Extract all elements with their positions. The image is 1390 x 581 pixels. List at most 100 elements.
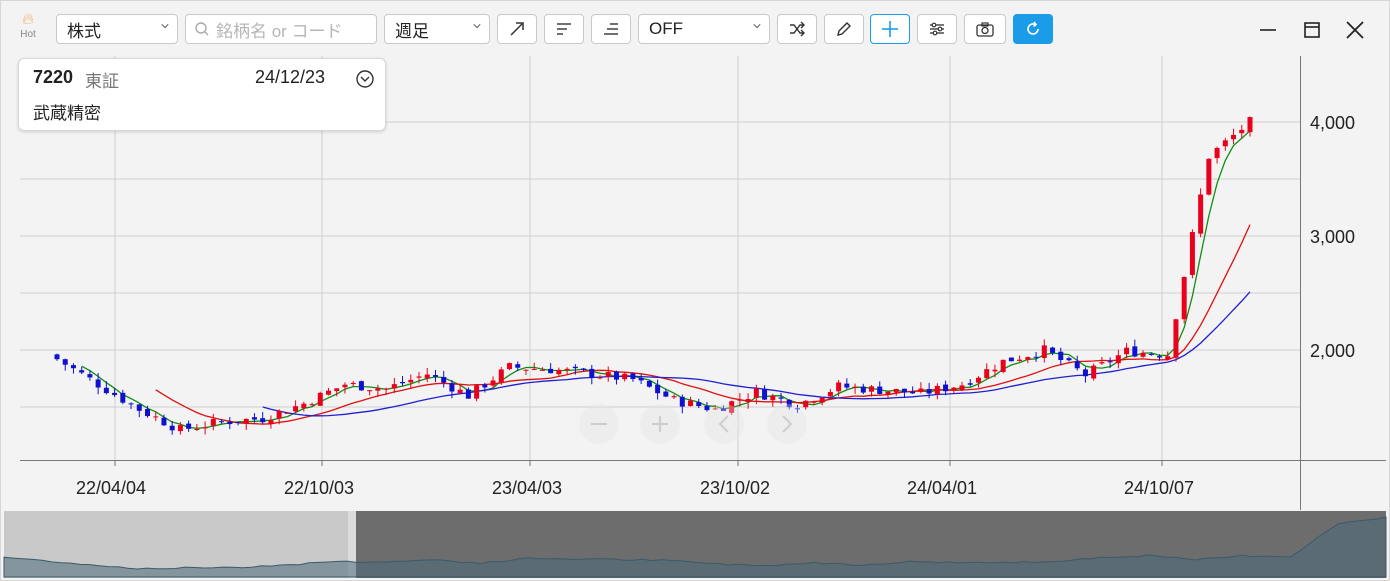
candle-body [1066, 358, 1072, 361]
candle-body [128, 403, 134, 405]
candle-body [87, 374, 93, 378]
maximize-icon[interactable] [1300, 18, 1324, 42]
candle-body [210, 419, 216, 426]
screenshot-button[interactable] [964, 14, 1006, 44]
candle-body [753, 388, 759, 398]
candle-body [161, 417, 167, 426]
candle-body [951, 387, 957, 391]
candle-body [301, 403, 307, 409]
candle-body [235, 421, 241, 423]
candle-body [103, 387, 109, 394]
candle-body [539, 369, 545, 371]
candle-body [432, 375, 438, 377]
candle-body [655, 384, 661, 394]
candle-body [893, 388, 899, 393]
candle-body [572, 366, 578, 369]
candle-body [1107, 361, 1113, 363]
stock-name: 武蔵精密 [33, 104, 101, 123]
candle-body [350, 382, 356, 385]
chevron-down-circle-icon[interactable] [355, 69, 375, 89]
candle-body [474, 385, 480, 399]
indicator-value: OFF [649, 19, 683, 38]
candle-body [465, 389, 471, 399]
horizontal-bottom-line-button[interactable] [591, 14, 631, 44]
chevron-down-icon [753, 24, 761, 29]
period-select[interactable]: 週足 [384, 14, 490, 44]
candle-body [696, 402, 702, 407]
candle-body [1091, 365, 1097, 379]
candle-body [383, 388, 389, 390]
candle-body [375, 388, 381, 391]
y-tick-label: 3,000 [1310, 227, 1355, 247]
zoom-controls [579, 404, 807, 444]
candle-body [1140, 352, 1146, 357]
candle-body [326, 390, 332, 395]
candle-body [1222, 140, 1228, 147]
candle-body [1132, 346, 1138, 357]
candle-body [605, 371, 611, 377]
shuffle-button[interactable] [777, 14, 817, 44]
candle-body [194, 429, 200, 431]
candle-body [1025, 357, 1031, 360]
camera-icon [976, 22, 994, 37]
candle-body [869, 386, 875, 392]
candle-body [342, 384, 348, 388]
trend-line-button[interactable] [497, 14, 537, 44]
candle-body [778, 397, 784, 399]
flame-icon: 🔥︎ [22, 11, 34, 28]
close-icon[interactable] [1343, 18, 1367, 42]
candle-body [317, 392, 323, 406]
horizontal-line-icon [557, 23, 571, 35]
draw-button[interactable] [824, 14, 864, 44]
chevron-down-icon [161, 24, 169, 29]
candle-body [630, 373, 636, 380]
candle-body [457, 389, 463, 394]
horizontal-line-button[interactable] [544, 14, 584, 44]
candle-body [334, 388, 340, 392]
refresh-button[interactable] [1013, 14, 1053, 44]
crosshair-button[interactable] [870, 14, 910, 44]
candlestick-series [54, 116, 1253, 435]
candle-body [827, 392, 833, 397]
minimize-icon[interactable] [1256, 18, 1280, 42]
candle-body [1156, 356, 1162, 358]
candle-body [227, 421, 233, 425]
settings-sliders-icon [930, 22, 944, 36]
hot-label: Hot [20, 29, 36, 40]
candle-body [1008, 357, 1014, 362]
asset-type-select[interactable]: 株式 [56, 14, 178, 44]
candle-body [819, 397, 825, 403]
candle-body [95, 379, 101, 388]
candle-body [975, 377, 981, 383]
candle-body [556, 369, 562, 375]
search-icon [195, 22, 209, 36]
candle-body [597, 377, 603, 379]
candle-body [613, 371, 619, 380]
candle-body [54, 354, 60, 360]
search-input[interactable]: 銘柄名 or コード [185, 14, 377, 44]
candle-body [243, 418, 249, 424]
candle-body [646, 380, 652, 387]
candle-body [145, 409, 151, 417]
x-tick-label: 24/10/07 [1124, 478, 1194, 498]
candle-body [186, 423, 192, 429]
candle-body [836, 382, 842, 392]
candle-body [391, 384, 397, 389]
range-navigator[interactable] [3, 511, 1387, 578]
market-name: 東証 [85, 72, 119, 91]
candle-body [70, 365, 76, 369]
candle-body [153, 416, 159, 418]
candle-body [515, 364, 521, 368]
candle-body [770, 395, 776, 401]
indicator-select[interactable]: OFF [638, 14, 770, 44]
x-tick-label: 23/04/03 [492, 478, 562, 498]
candle-body [1124, 347, 1130, 355]
candle-body [638, 377, 644, 381]
y-tick-label: 2,000 [1310, 341, 1355, 361]
candle-body [918, 388, 924, 393]
candle-body [910, 391, 916, 394]
hot-button[interactable]: 🔥︎ Hot [14, 11, 42, 40]
crosshair-icon [882, 21, 898, 37]
ma-short-line [81, 130, 1251, 429]
settings-button[interactable] [917, 14, 957, 44]
